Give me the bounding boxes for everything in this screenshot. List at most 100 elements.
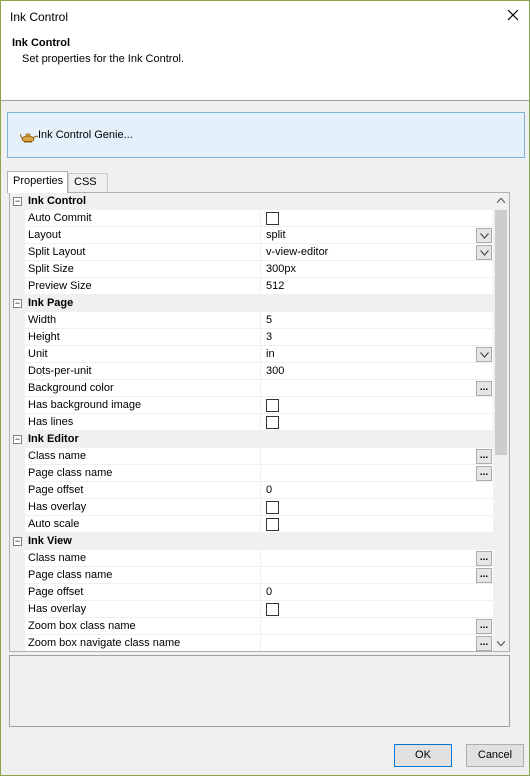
property-row[interactable]: Height 3: [10, 329, 494, 346]
checkbox[interactable]: [266, 399, 279, 412]
collapse-icon[interactable]: −: [13, 537, 22, 546]
category-row[interactable]: − Ink Editor: [10, 431, 494, 448]
property-value[interactable]: 512: [262, 278, 494, 295]
description-panel: [9, 655, 510, 727]
collapse-icon[interactable]: −: [13, 435, 22, 444]
vertical-scrollbar[interactable]: [493, 193, 509, 651]
collapse-icon[interactable]: −: [13, 197, 22, 206]
ellipsis-button[interactable]: ...: [476, 466, 492, 481]
property-row[interactable]: Auto Commit: [10, 210, 494, 227]
cancel-button[interactable]: Cancel: [466, 744, 524, 767]
property-value[interactable]: 300px: [262, 261, 494, 278]
property-name: Has background image: [25, 397, 261, 414]
ellipsis-button[interactable]: ...: [476, 619, 492, 634]
checkbox[interactable]: [266, 518, 279, 531]
ellipsis-button[interactable]: ...: [476, 568, 492, 583]
ellipsis-button[interactable]: ...: [476, 449, 492, 464]
chevron-down-icon[interactable]: [476, 228, 492, 243]
property-row[interactable]: Has background image: [10, 397, 494, 414]
category-label: Ink Editor: [28, 433, 79, 445]
chevron-down-icon[interactable]: [476, 347, 492, 362]
property-value[interactable]: [262, 210, 494, 227]
row-gutter: [10, 584, 25, 601]
property-row[interactable]: Zoom box navigate class name...: [10, 635, 494, 651]
property-row[interactable]: Has overlay: [10, 601, 494, 618]
property-name: Layout: [25, 227, 261, 244]
property-name: Split Layout: [25, 244, 261, 261]
property-row[interactable]: Width 5: [10, 312, 494, 329]
property-name: Split Size: [25, 261, 261, 278]
checkbox[interactable]: [266, 416, 279, 429]
property-row[interactable]: Has overlay: [10, 499, 494, 516]
scroll-up-icon[interactable]: [497, 198, 505, 203]
row-gutter: [10, 261, 25, 278]
property-row[interactable]: Split Layout v-view-editor: [10, 244, 494, 261]
property-row[interactable]: Class name...: [10, 550, 494, 567]
property-value[interactable]: ...: [262, 465, 494, 482]
property-name: Preview Size: [25, 278, 261, 295]
property-name: Zoom box class name: [25, 618, 261, 635]
ok-button[interactable]: OK: [394, 744, 452, 767]
property-row[interactable]: Background color...: [10, 380, 494, 397]
property-name: Page class name: [25, 465, 261, 482]
property-row[interactable]: Layout split: [10, 227, 494, 244]
property-value[interactable]: [262, 414, 494, 431]
property-value[interactable]: [262, 499, 494, 516]
property-value[interactable]: 5: [262, 312, 494, 329]
ellipsis-button[interactable]: ...: [476, 636, 492, 651]
property-row[interactable]: Class name...: [10, 448, 494, 465]
property-value-text: 5: [266, 314, 273, 326]
property-row[interactable]: Page class name...: [10, 465, 494, 482]
property-value-text: 0: [266, 484, 273, 496]
tab-css[interactable]: CSS: [68, 173, 108, 192]
property-row[interactable]: Auto scale: [10, 516, 494, 533]
property-value[interactable]: [262, 516, 494, 533]
scroll-down-icon[interactable]: [497, 641, 505, 646]
property-value[interactable]: ...: [262, 567, 494, 584]
property-value[interactable]: split: [262, 227, 494, 244]
category-row[interactable]: − Ink View: [10, 533, 494, 550]
chevron-down-icon[interactable]: [476, 245, 492, 260]
property-value[interactable]: 300: [262, 363, 494, 380]
checkbox[interactable]: [266, 501, 279, 514]
property-value[interactable]: ...: [262, 618, 494, 635]
header-title: Ink Control: [12, 37, 71, 49]
property-value[interactable]: 0: [262, 584, 494, 601]
row-gutter: [10, 550, 25, 567]
property-grid-rows: − Ink Control Auto Commit Layout split Split …: [10, 193, 494, 651]
property-row[interactable]: Zoom box class name...: [10, 618, 494, 635]
property-value[interactable]: ...: [262, 550, 494, 567]
property-row[interactable]: Page offset 0: [10, 482, 494, 499]
property-value[interactable]: ...: [262, 380, 494, 397]
category-row[interactable]: − Ink Page: [10, 295, 494, 312]
row-gutter: [10, 635, 25, 651]
close-icon[interactable]: [505, 7, 521, 23]
property-value[interactable]: [262, 601, 494, 618]
scroll-thumb[interactable]: [495, 210, 507, 455]
collapse-icon[interactable]: −: [13, 299, 22, 308]
property-row[interactable]: Page offset 0: [10, 584, 494, 601]
property-value[interactable]: 0: [262, 482, 494, 499]
property-value[interactable]: v-view-editor: [262, 244, 494, 261]
checkbox[interactable]: [266, 603, 279, 616]
property-value[interactable]: ...: [262, 448, 494, 465]
property-row[interactable]: Page class name...: [10, 567, 494, 584]
row-gutter: [10, 346, 25, 363]
tab-properties[interactable]: Properties: [7, 171, 68, 193]
checkbox[interactable]: [266, 212, 279, 225]
ellipsis-button[interactable]: ...: [476, 551, 492, 566]
property-row[interactable]: Split Size 300px: [10, 261, 494, 278]
property-row[interactable]: Has lines: [10, 414, 494, 431]
property-row[interactable]: Preview Size 512: [10, 278, 494, 295]
row-gutter: [10, 244, 25, 261]
property-row[interactable]: Unit in: [10, 346, 494, 363]
dialog-window: Ink Control Ink Control Set properties f…: [0, 0, 530, 776]
property-value[interactable]: 3: [262, 329, 494, 346]
property-value[interactable]: [262, 397, 494, 414]
category-row[interactable]: − Ink Control: [10, 193, 494, 210]
property-value[interactable]: ...: [262, 635, 494, 651]
property-row[interactable]: Dots-per-unit 300: [10, 363, 494, 380]
property-value[interactable]: in: [262, 346, 494, 363]
genie-button[interactable]: Ink Control Genie...: [7, 112, 525, 158]
ellipsis-button[interactable]: ...: [476, 381, 492, 396]
